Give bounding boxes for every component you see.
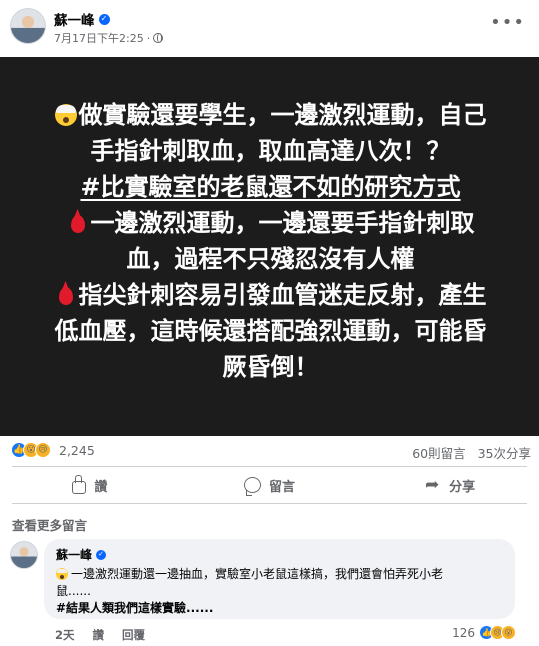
commenter-name[interactable]: 蘇一峰 <box>56 546 92 563</box>
comment-reactions[interactable]: 126 👍 😢 😮 <box>452 625 516 640</box>
divider <box>12 466 527 467</box>
post-image[interactable]: 做實驗還要學生，一邊激烈運動，自己 手指針刺取血，取血高達八次！？ #比實驗室的… <box>0 57 539 436</box>
divider <box>12 503 527 504</box>
see-more-comments-link[interactable]: 查看更多留言 <box>12 515 87 534</box>
share-button-label: 分享 <box>449 479 476 495</box>
image-text-hashtag: #比實驗室的老鼠還不如的研究方式 <box>80 173 461 201</box>
like-button-label: 讚 <box>94 479 108 495</box>
like-button[interactable]: 讚 <box>0 470 180 500</box>
sad-reaction-icon: 😢 <box>35 442 51 458</box>
post-actions: 讚 留言 ➦ 分享 <box>0 470 539 500</box>
post-image-text: 做實驗還要學生，一邊激烈運動，自己 手指針刺取血，取血高達八次！？ #比實驗室的… <box>18 97 523 385</box>
comment-button-label: 留言 <box>269 479 296 495</box>
comment-reaction-count: 126 <box>452 625 475 640</box>
image-text-line: 血，過程不只殘忍沒有人權 <box>126 245 415 273</box>
post-header: 蘇一峰 ✓ 7月17日下午2:25 · ••• <box>0 0 539 56</box>
post-timestamp[interactable]: 7月17日下午2:25 <box>54 30 144 46</box>
speech-bubble-icon <box>244 477 261 496</box>
image-text-line: 厥昏倒！ <box>222 353 319 381</box>
comment-footer: 2天 讚 回覆 <box>55 627 145 643</box>
commenter-avatar[interactable] <box>10 541 38 569</box>
image-text-line: 一邊激烈運動，一邊還要手指針刺取 <box>18 205 523 241</box>
share-button[interactable]: ➦ 分享 <box>359 470 539 500</box>
more-options-icon[interactable]: ••• <box>490 12 525 33</box>
author-name[interactable]: 蘇一峰 <box>54 9 95 29</box>
comment-text: 一邊激烈運動還一邊抽血，實驗室小老鼠這樣搞，我們還會怕弄死小老 鼠...... … <box>56 567 444 615</box>
shocked-face-icon <box>54 104 77 126</box>
image-text-line: 做實驗還要學生，一邊激烈運動，自己 <box>18 97 523 133</box>
shocked-face-icon <box>56 568 68 580</box>
comment-bubble: 蘇一峰 ✓ 一邊激烈運動還一邊抽血，實驗室小老鼠這樣搞，我們還會怕弄死小老 鼠.… <box>44 539 515 619</box>
share-arrow-icon: ➦ <box>425 475 440 495</box>
post-meta: 7月17日下午2:25 · <box>54 30 164 46</box>
comment-reply-button[interactable]: 回覆 <box>122 627 145 643</box>
comment-like-button[interactable]: 讚 <box>93 627 105 643</box>
image-text-line: 低血壓，這時候還搭配強烈運動，可能昏 <box>54 317 487 345</box>
verified-badge-icon: ✓ <box>96 549 107 560</box>
public-globe-icon[interactable] <box>153 33 164 43</box>
comment-button[interactable]: 留言 <box>180 470 360 500</box>
share-count[interactable]: 35次分享 <box>478 443 531 462</box>
post-stats: 👍 😮 😢 2,245 60則留言 35次分享 <box>0 440 539 462</box>
author-name-row: 蘇一峰 ✓ <box>54 9 110 29</box>
verified-badge-icon: ✓ <box>98 13 110 25</box>
comment-age[interactable]: 2天 <box>55 627 75 643</box>
reaction-count[interactable]: 2,245 <box>59 443 95 458</box>
image-text-line: 手指針刺取血，取血高達八次！？ <box>90 137 451 165</box>
comment-hashtag[interactable]: #結果人類我們這樣實驗...... <box>56 601 213 615</box>
comment-count[interactable]: 60則留言 <box>412 443 465 462</box>
engagement-counts: 60則留言 35次分享 <box>412 443 531 462</box>
author-avatar[interactable] <box>10 8 46 44</box>
reaction-icons[interactable]: 👍 😮 😢 <box>11 442 51 458</box>
commenter-name-row: 蘇一峰 ✓ <box>56 546 503 563</box>
thumbs-up-icon <box>72 474 87 494</box>
blood-drop-icon <box>70 215 85 233</box>
wow-reaction-icon: 😮 <box>501 625 516 640</box>
blood-drop-icon <box>58 287 73 305</box>
image-text-line: 指尖針刺容易引發血管迷走反射，產生 <box>18 277 523 313</box>
